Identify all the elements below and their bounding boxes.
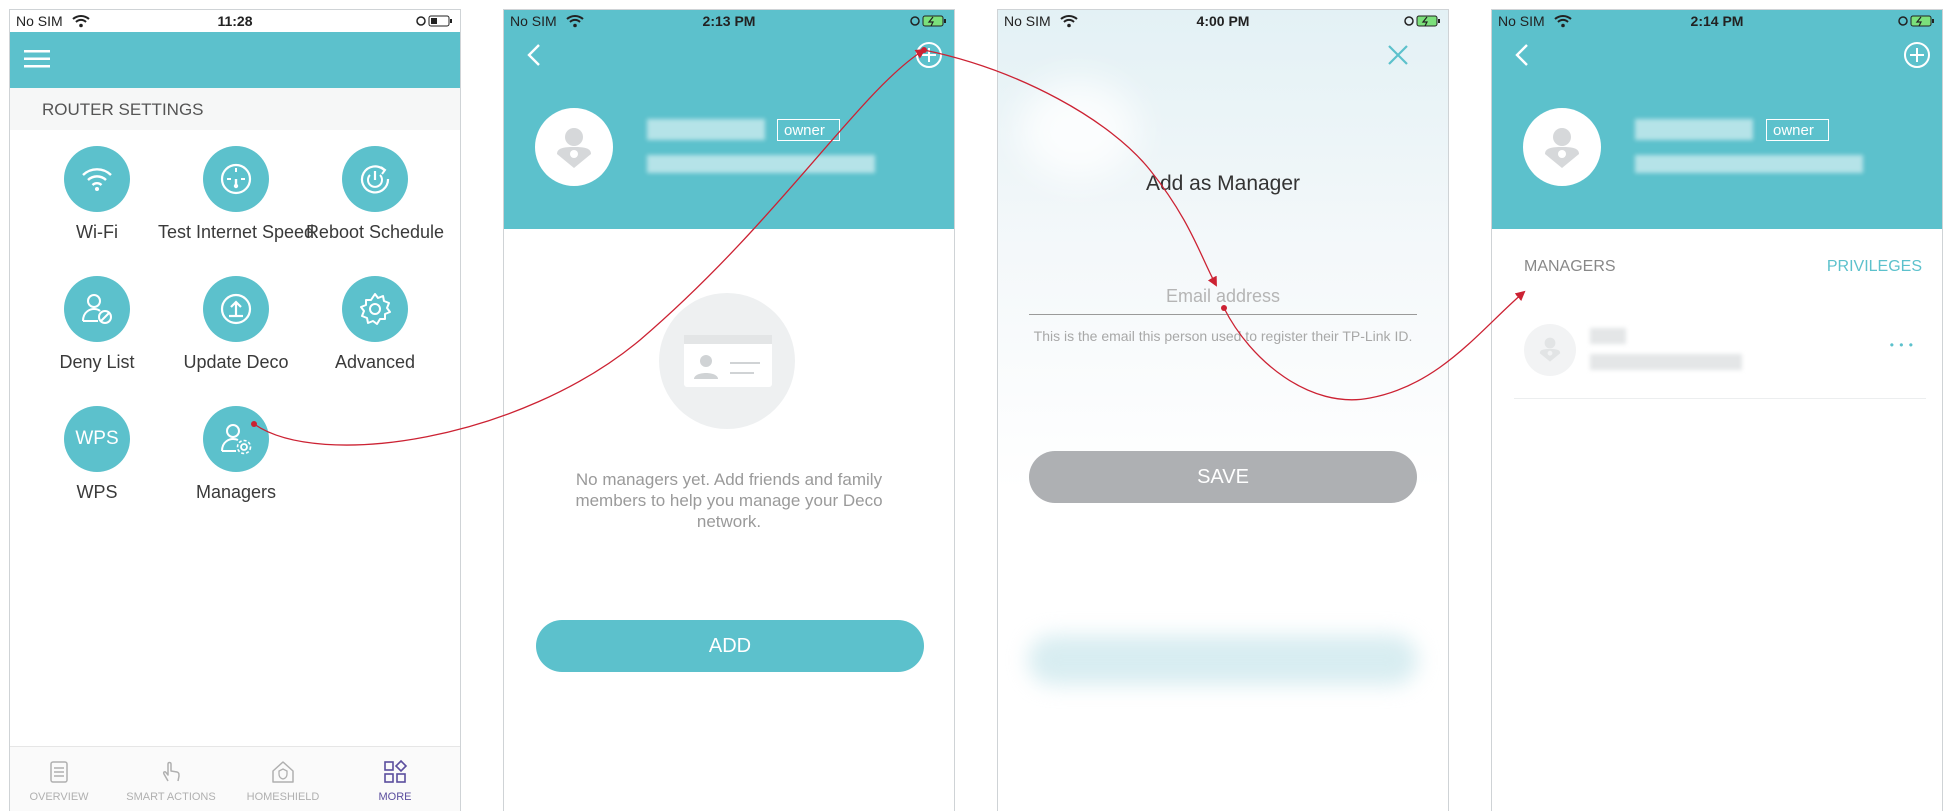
wps-icon-text: WPS [75,428,119,449]
deny-list-label: Deny List [59,352,135,372]
screen-more-settings: No SIM 11:28 ROUTER SETTINGS Wi-Fi Test … [9,9,461,811]
more-options-icon[interactable]: • • • [1890,338,1914,352]
house-shield-icon [272,761,294,783]
owner-email-redacted [1635,155,1863,173]
add-circle-icon[interactable] [1903,41,1931,69]
empty-state-illustration [659,293,795,429]
reboot-schedule-label: Reboot Schedule [305,222,445,242]
status-time: 4:00 PM [1196,13,1250,29]
id-card-icon [684,335,772,387]
back-chevron-icon[interactable] [526,42,542,68]
manager-name-redacted [1590,328,1626,344]
tab-overview[interactable]: OVERVIEW [10,759,114,803]
battery-charging-icon [1404,15,1440,27]
manager-email-redacted [1590,354,1742,370]
update-deco-label: Update Deco [183,352,289,372]
reboot-icon [342,146,408,212]
email-field[interactable]: Email address [1029,286,1417,315]
hand-tap-icon [163,761,180,782]
tab-smart-actions[interactable]: SMART ACTIONS [116,759,226,803]
person-icon [1545,128,1579,168]
owner-avatar [535,108,613,186]
managers-label: Managers [195,482,277,502]
status-bar: No SIM 11:28 [10,10,460,32]
tab-smart-actions-label: SMART ACTIONS [126,791,216,803]
status-bar: No SIM 2:14 PM [1492,10,1942,32]
screen-managers-list: No SIM 2:14 PM owner MANAGERS PRIVILEGES… [1491,9,1943,811]
more-grid-icon [384,759,408,783]
wifi-icon [64,146,130,212]
owner-email-redacted [647,155,875,173]
tab-more[interactable]: MORE [340,759,450,803]
tab-homeshield[interactable]: HOMESHIELD [228,759,338,803]
battery-charging-icon [1898,15,1934,27]
wifi-label: Wi-Fi [76,222,118,242]
manager-list-item[interactable]: • • • [1514,312,1926,399]
hamburger-menu-icon[interactable] [24,48,50,70]
owner-name-redacted [1635,119,1753,140]
add-circle-icon[interactable] [915,41,943,69]
status-time: 2:13 PM [702,13,756,29]
section-title: ROUTER SETTINGS [42,100,204,119]
empty-state-text: No managers yet. Add friends and family … [575,470,883,531]
section-header: ROUTER SETTINGS [10,88,460,130]
person-icon [557,128,591,168]
managers-icon [203,406,269,472]
tab-more-label: MORE [378,791,412,803]
speedometer-icon [203,146,269,212]
wps-icon: WPS [64,406,130,472]
owner-tag: owner [1766,119,1829,141]
advanced-label: Advanced [334,352,416,372]
wps-label: WPS [76,482,118,502]
tab-homeshield-label: HOMESHIELD [246,791,320,803]
deny-user-icon [64,276,130,342]
status-bar: No SIM 2:13 PM [504,10,954,32]
back-chevron-icon[interactable] [1514,42,1530,68]
managers-header: MANAGERS [1524,258,1616,275]
status-time: 2:14 PM [1690,13,1744,29]
upload-icon [203,276,269,342]
gear-icon [342,276,408,342]
battery-charging-icon [910,15,946,27]
privileges-link[interactable]: PRIVILEGES [1827,258,1922,276]
save-button[interactable]: SAVE [1029,451,1417,503]
status-time: 11:28 [217,13,253,29]
background-glow [1018,80,1138,180]
blurred-keyboard-hint [1028,635,1418,685]
add-button[interactable]: ADD [536,620,924,672]
tab-overview-label: OVERVIEW [29,791,89,803]
dialog-title: Add as Manager [1145,172,1301,195]
bottom-tab-bar: OVERVIEW SMART ACTIONS HOMESHIELD MORE [10,746,460,811]
screen-managers-empty: No SIM 2:13 PM owner No managers yet. Ad… [503,9,955,811]
person-icon [1539,337,1561,362]
overview-icon [50,761,68,783]
email-hint: This is the email this person used to re… [1033,328,1413,344]
battery-icon [416,15,452,27]
test-speed-label: Test Internet Speed [157,222,315,242]
close-icon[interactable] [1387,44,1409,66]
owner-tag: owner [777,119,840,141]
owner-avatar [1523,108,1601,186]
top-app-bar [10,32,460,88]
status-bar: No SIM 4:00 PM [998,10,1448,32]
manager-avatar [1524,324,1576,376]
owner-name-redacted [647,119,765,140]
screen-add-manager: No SIM 4:00 PM Add as Manager Email addr… [997,9,1449,811]
